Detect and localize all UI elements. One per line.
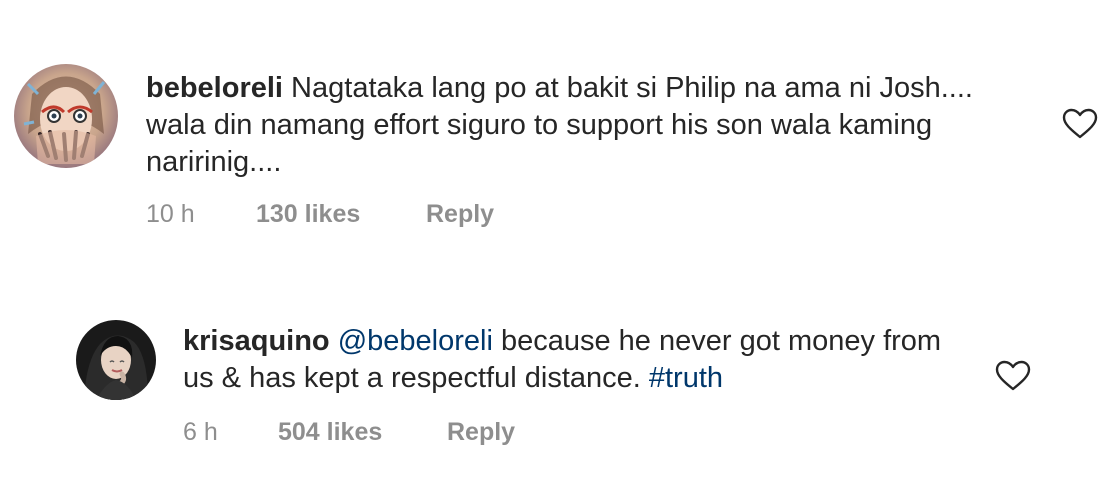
comment-text: krisaquino @bebeloreli because he never … (183, 323, 963, 397)
heart-icon[interactable] (1062, 108, 1098, 140)
mention-link[interactable]: @bebeloreli (330, 325, 493, 357)
username[interactable]: krisaquino (183, 325, 330, 357)
comment-text: bebeloreli Nagtataka lang po at bakit si… (146, 70, 1036, 181)
heart-icon[interactable] (995, 360, 1031, 392)
photo-avatar-icon (76, 320, 156, 400)
reply-button[interactable]: Reply (426, 200, 494, 229)
likes-count[interactable]: 130 likes (256, 200, 360, 229)
reply-button[interactable]: Reply (447, 418, 515, 447)
avatar[interactable] (76, 320, 156, 400)
illustrated-avatar-icon (14, 64, 118, 168)
hashtag-link[interactable]: #truth (649, 362, 723, 394)
timestamp: 6 h (183, 418, 218, 446)
timestamp: 10 h (146, 200, 195, 228)
avatar[interactable] (14, 64, 118, 168)
username[interactable]: bebeloreli (146, 72, 283, 104)
likes-count[interactable]: 504 likes (278, 418, 382, 447)
comment-item: krisaquino @bebeloreli because he never … (0, 250, 1120, 478)
comment-item: bebeloreli Nagtataka lang po at bakit si… (0, 0, 1120, 250)
